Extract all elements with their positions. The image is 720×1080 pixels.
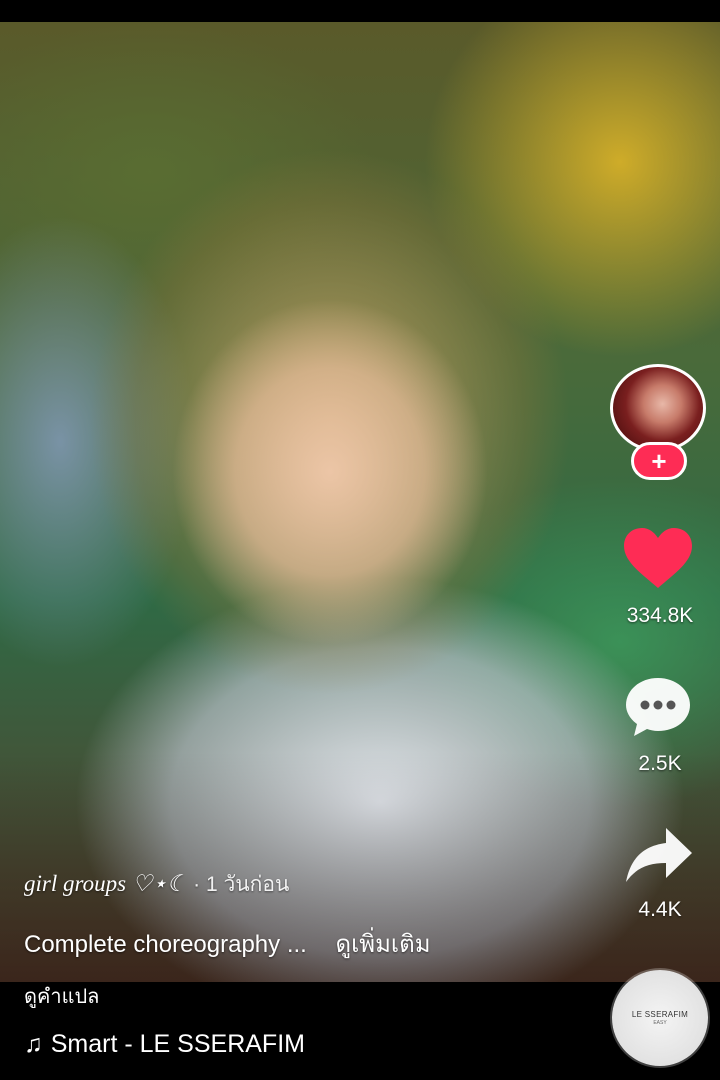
- share-arrow-icon[interactable]: [622, 822, 694, 888]
- sound-disc[interactable]: LE SSERAFIM EASY: [612, 970, 708, 1066]
- comment-bubble-icon[interactable]: [622, 674, 694, 740]
- music-note-icon: ♫: [24, 1030, 43, 1058]
- see-more-link[interactable]: ดูเพิ่มเติม: [336, 931, 431, 958]
- description-text: Complete choreography ...: [24, 931, 307, 958]
- sound-link[interactable]: ♫ Smart - LE SSERAFIM: [24, 1030, 305, 1059]
- sound-disc-title: LE SSERAFIM: [631, 1010, 689, 1019]
- heart-icon[interactable]: [622, 526, 694, 592]
- posted-time: · 1 วันก่อน: [193, 873, 290, 896]
- like-count: 334.8K: [626, 604, 694, 627]
- translate-link[interactable]: ดูคำแปล: [24, 980, 99, 1012]
- creator-username[interactable]: girl groups ♡⋆☾ · 1 วันก่อน: [24, 868, 289, 901]
- sound-disc-subtitle: EASY: [653, 1020, 667, 1026]
- username-text[interactable]: girl groups ♡⋆☾: [24, 871, 187, 896]
- sound-label: Smart - LE SSERAFIM: [50, 1030, 305, 1058]
- comment-count: 2.5K: [638, 752, 682, 775]
- video-player[interactable]: [0, 22, 720, 982]
- video-description[interactable]: Complete choreography ... ดูเพิ่มเติม: [24, 924, 431, 963]
- creator-avatar[interactable]: [610, 364, 706, 452]
- follow-button[interactable]: +: [631, 442, 687, 480]
- tiktok-video-screen: + 334.8K 2.5K 4.4K girl groups ♡⋆☾ · 1 ว…: [0, 0, 720, 1080]
- share-count: 4.4K: [638, 898, 682, 921]
